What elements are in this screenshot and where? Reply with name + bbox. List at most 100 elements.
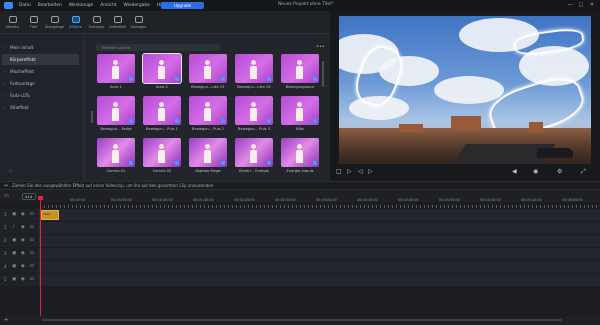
previous-frame-button[interactable]: ◁ [358, 168, 363, 175]
effect-thumbnail[interactable] [143, 96, 181, 125]
track-lane[interactable] [40, 248, 600, 260]
menu-item-bearbeiten[interactable]: Bearbeiten [38, 3, 62, 8]
tab-medien[interactable]: Medien [2, 11, 23, 34]
track-number: 3 [4, 251, 7, 256]
effect-thumbnail[interactable] [97, 138, 135, 167]
timeline-ruler[interactable]: 00;00;00 00;00;30;00 00;01;00;00 00;01;30;0… [40, 196, 600, 208]
effect-item[interactable]: Bewegun... Puls 1 [143, 96, 181, 131]
visibility-icon[interactable]: ◉ [21, 264, 25, 269]
tab-untertitel[interactable]: Untertitel [107, 11, 128, 34]
more-options-button[interactable]: ••• [316, 44, 325, 50]
effect-item[interactable]: Bewegun... Puls 2 [189, 96, 227, 131]
track-lane[interactable] [40, 274, 600, 286]
timeline-track[interactable]: 2 ▣ ◉ ⊡ [0, 235, 600, 247]
play-button[interactable]: ▷ [347, 168, 352, 175]
effect-thumbnail[interactable] [189, 138, 227, 167]
timeline-track[interactable]: 4 ▣ ◉ ⊡ [0, 261, 600, 273]
download-badge-icon [175, 119, 179, 123]
visibility-icon[interactable]: ◉ [21, 225, 25, 230]
effect-item[interactable]: Blitz [281, 96, 319, 131]
menu-item-wiedergabe[interactable]: Wiedergabe [123, 3, 149, 8]
lock-icon[interactable]: ⊡ [30, 212, 34, 217]
effect-thumbnail[interactable] [235, 54, 273, 83]
effect-thumbnail[interactable] [235, 138, 273, 167]
tab-overlays[interactable]: Overlays [86, 11, 107, 34]
settings-button[interactable]: ⚙ [557, 168, 562, 175]
menu-item-datei[interactable]: Datei [19, 3, 31, 8]
timeline-scrollbar[interactable] [42, 319, 562, 321]
favorites-icon[interactable]: ☆ [8, 168, 13, 175]
maximize-button[interactable]: □ [577, 2, 585, 9]
minimize-button[interactable]: — [566, 2, 574, 9]
effect-item[interactable]: Elektri... Energie [235, 138, 273, 173]
visibility-icon[interactable]: ◉ [21, 277, 25, 282]
effect-thumbnail[interactable] [142, 53, 182, 84]
ruler-tick-label: 00;04;00;00 [398, 198, 419, 202]
tab-vorlagen[interactable]: Vorlagen [128, 11, 149, 34]
visibility-icon[interactable]: ◉ [21, 251, 25, 256]
effect-thumbnail[interactable] [143, 138, 181, 167]
effect-item[interactable]: Comics 02 [143, 138, 181, 173]
effect-item[interactable]: Aura 1 [97, 54, 135, 89]
effect-item[interactable]: Bewegun...nien 01 [189, 54, 227, 89]
track-lane[interactable] [40, 235, 600, 247]
video-clip[interactable]: Video [41, 210, 59, 220]
timeline-track[interactable]: 1 ♪ ◉ ⊡ [0, 222, 600, 234]
effect-item[interactable]: Bewegungsspur [281, 54, 319, 89]
timeline-track[interactable]: 5 ▣ ◉ ⊡ [0, 274, 600, 286]
effect-thumbnail[interactable] [281, 54, 319, 83]
timeline-track[interactable]: 3 ▣ ◉ ⊡ [0, 248, 600, 260]
lock-icon[interactable]: ⊡ [30, 277, 34, 282]
volume-button[interactable]: ◀ [512, 168, 517, 175]
effect-item[interactable]: Bewegun... Farbe [97, 96, 135, 131]
add-track-icon[interactable]: + [4, 317, 8, 323]
effect-thumbnail[interactable] [97, 96, 135, 125]
menu-item-werkzeuge[interactable]: Werkzeuge [69, 3, 93, 8]
category-farbvorlage[interactable]: Farbvorlage [2, 78, 79, 89]
category-scrollbar[interactable] [91, 111, 93, 123]
track-header: 2 ▣ ◉ ⊡ [0, 235, 40, 247]
upgrade-button[interactable]: Upgrade [161, 2, 204, 9]
visibility-icon[interactable]: ◉ [21, 238, 25, 243]
lock-icon[interactable]: ⊡ [30, 264, 34, 269]
playhead[interactable] [40, 198, 41, 323]
category-mischeffekt[interactable]: Mischeffekt [2, 66, 79, 77]
lock-icon[interactable]: ⊡ [30, 225, 34, 230]
visibility-icon[interactable]: ◉ [21, 212, 25, 217]
effect-thumbnail[interactable] [189, 54, 227, 83]
effect-thumbnail[interactable] [189, 96, 227, 125]
effect-thumbnail[interactable] [235, 96, 273, 125]
menu-item-ansicht[interactable]: Ansicht [100, 3, 116, 8]
lock-icon[interactable]: ⊡ [30, 238, 34, 243]
effect-thumbnail[interactable] [281, 96, 319, 125]
track-lane[interactable]: Video [40, 209, 600, 221]
timeline-track[interactable]: 1 ▣ ◉ ⊡ Video [0, 209, 600, 221]
tab-titel[interactable]: Titel [23, 11, 44, 34]
category-koerpereffekt[interactable]: Körpereffekt [2, 54, 79, 65]
snapshot-button[interactable]: ◉ [533, 168, 538, 175]
tab-effekte[interactable]: Effekte [65, 11, 86, 34]
effect-item[interactable]: Aura 2 [142, 53, 182, 89]
effect-item[interactable]: Digitale Ringe [189, 138, 227, 173]
close-button[interactable]: ✕ [588, 2, 596, 9]
effects-search-input[interactable]: Effekte suchen [96, 44, 220, 51]
tab-uebergaenge[interactable]: Übergänge [44, 11, 65, 34]
effect-item[interactable]: Bewegun...nien 02 [235, 54, 273, 89]
effect-thumbnail[interactable] [281, 138, 319, 167]
lock-icon[interactable]: ⊡ [30, 251, 34, 256]
track-lane[interactable] [40, 222, 600, 234]
effect-thumbnail[interactable] [97, 54, 135, 83]
track-lane[interactable] [40, 261, 600, 273]
effect-item[interactable]: Bewegun... Puls 3 [235, 96, 273, 131]
timeline-view-icon[interactable]: ▭ [4, 193, 9, 199]
effect-item[interactable]: Comics 01 [97, 138, 135, 173]
fullscreen-button[interactable]: ⤢ [581, 168, 586, 176]
category-farb-luts[interactable]: Farb-LUTs [2, 90, 79, 101]
category-stileffekt[interactable]: Stileffekt [2, 102, 79, 113]
stop-button[interactable]: □ [336, 168, 342, 175]
category-mein-inhalt[interactable]: Mein Inhalt [2, 42, 79, 53]
timeline-zoom[interactable]: ▸14 [22, 193, 36, 200]
effect-item[interactable]: Energie-Impuls [281, 138, 319, 173]
effects-scrollbar[interactable] [322, 61, 324, 87]
next-frame-button[interactable]: ▷ [368, 168, 373, 175]
